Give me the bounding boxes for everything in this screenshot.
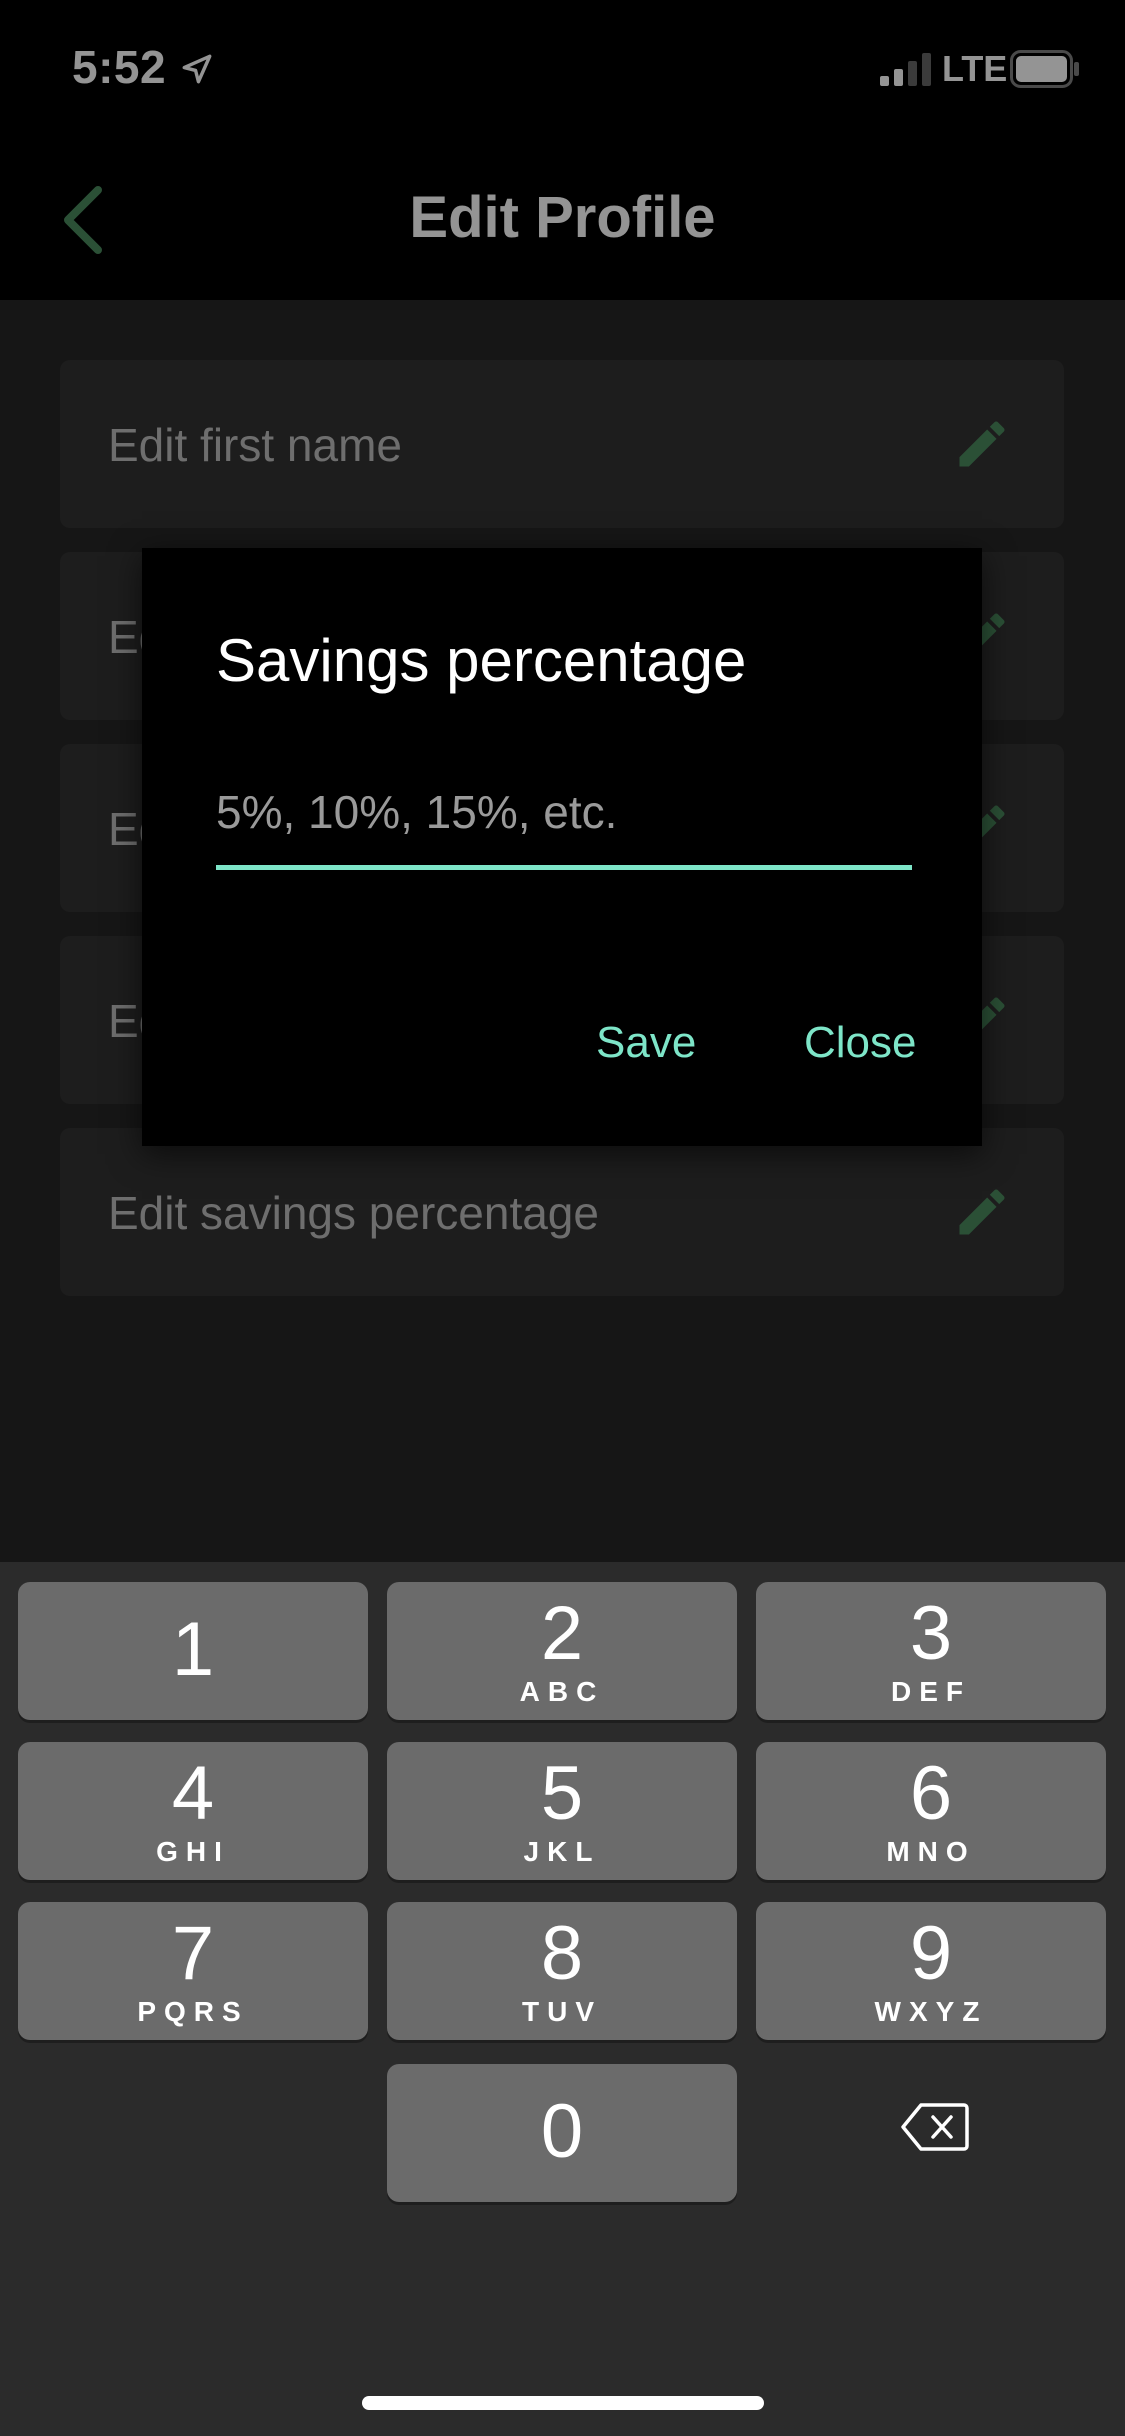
- key-3[interactable]: 3 DEF: [756, 1582, 1106, 1720]
- key-digit: 1: [171, 1607, 215, 1692]
- key-6[interactable]: 6 MNO: [756, 1742, 1106, 1880]
- key-digit: 8: [540, 1911, 584, 1996]
- key-digit: 6: [909, 1751, 953, 1836]
- delete-key[interactable]: [756, 2062, 1106, 2200]
- key-digit: 2: [540, 1591, 584, 1676]
- key-digit: 9: [909, 1911, 953, 1996]
- key-1[interactable]: 1: [18, 1582, 368, 1720]
- key-letters: WXYZ: [874, 1996, 988, 2027]
- screen: 5:52 LTE Edit Profile Edit first name Ed…: [0, 0, 1125, 2436]
- key-letters: PQRS: [137, 1996, 249, 2027]
- key-digit: 3: [909, 1591, 953, 1676]
- savings-percentage-dialog: Savings percentage Save Close: [142, 548, 982, 1146]
- key-0[interactable]: 0: [387, 2064, 737, 2202]
- key-4[interactable]: 4 GHI: [18, 1742, 368, 1880]
- dialog-title: Savings percentage: [216, 627, 747, 694]
- key-8[interactable]: 8 TUV: [387, 1902, 737, 2040]
- key-2[interactable]: 2 ABC: [387, 1582, 737, 1720]
- key-letters: TUV: [522, 1996, 602, 2027]
- savings-percentage-input[interactable]: [216, 780, 912, 870]
- key-letters: GHI: [156, 1836, 230, 1867]
- home-indicator[interactable]: [362, 2396, 764, 2410]
- save-button[interactable]: Save: [596, 1018, 696, 1068]
- key-7[interactable]: 7 PQRS: [18, 1902, 368, 2040]
- key-letters: MNO: [886, 1836, 976, 1867]
- key-digit: 0: [540, 2089, 584, 2174]
- key-9[interactable]: 9 WXYZ: [756, 1902, 1106, 2040]
- key-digit: 7: [171, 1911, 215, 1996]
- key-letters: JKL: [523, 1836, 601, 1867]
- key-letters: ABC: [519, 1676, 605, 1707]
- key-digit: 4: [171, 1751, 215, 1836]
- close-button[interactable]: Close: [804, 1018, 917, 1068]
- key-letters: DEF: [891, 1676, 971, 1707]
- key-5[interactable]: 5 JKL: [387, 1742, 737, 1880]
- numeric-keypad: 1 2 ABC 3 DEF 4 GHI 5 JKL 6 MNO 7 PQRS 8…: [0, 1562, 1125, 2436]
- backspace-icon: [901, 2103, 969, 2151]
- key-digit: 5: [540, 1751, 584, 1836]
